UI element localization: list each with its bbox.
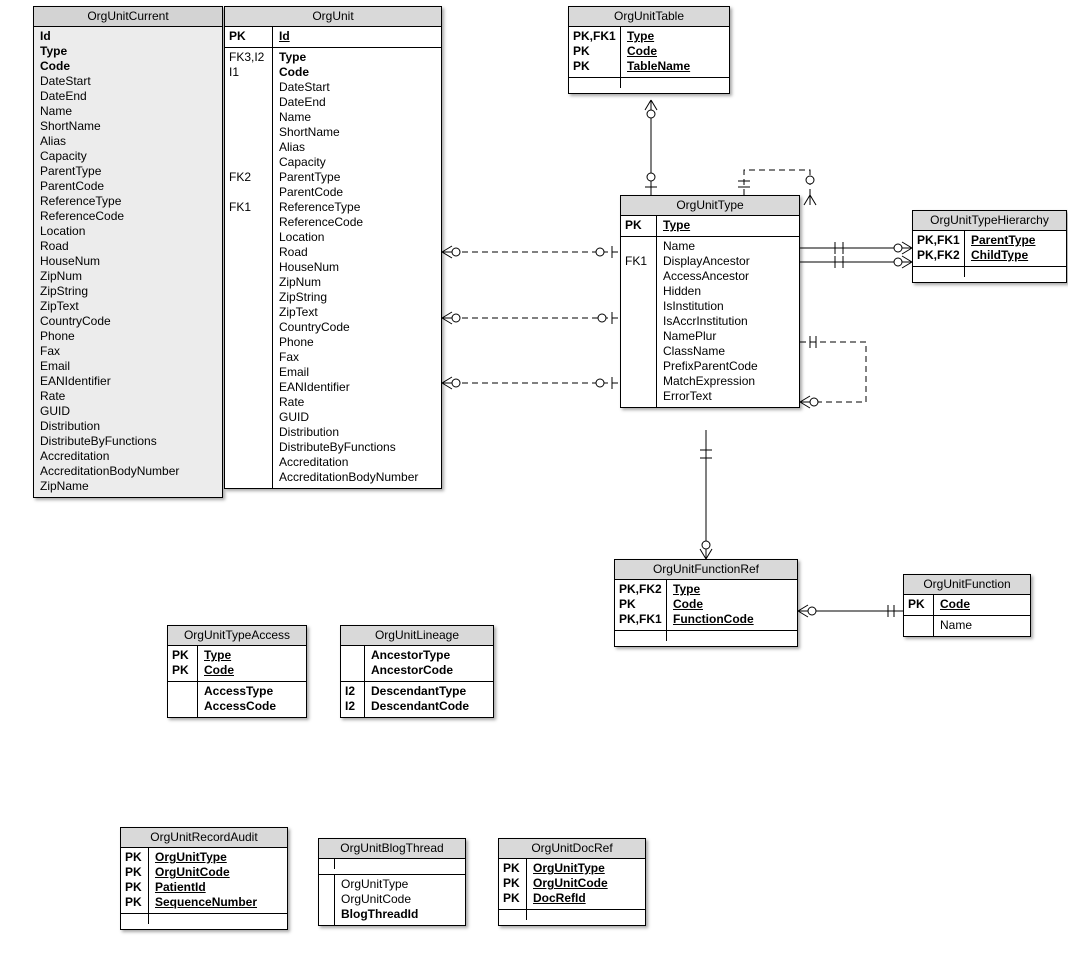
entity-attrs: IdTypeCodeDateStartDateEndNameShortNameA…	[34, 27, 222, 497]
entity-title: OrgUnitType	[621, 196, 799, 216]
entity-title: OrgUnitLineage	[341, 626, 493, 646]
entity-orgunitfunction: OrgUnitFunction PK Code Name	[903, 574, 1031, 637]
entity-title: OrgUnitTypeAccess	[168, 626, 306, 646]
entity-orgunitfunctionref: OrgUnitFunctionRef PK,FK2PKPK,FK1 TypeCo…	[614, 559, 798, 647]
entity-body-section: FK3,I2I1 FK2 FK1 TypeCodeDateStartDateEn…	[225, 48, 441, 488]
entity-orgunittable: OrgUnitTable PK,FK1PKPK TypeCodeTableNam…	[568, 6, 730, 94]
entity-orgunitlineage: OrgUnitLineage AncestorTypeAncestorCode …	[340, 625, 494, 718]
entity-orgunitblogthread: OrgUnitBlogThread OrgUnitTypeOrgUnitCode…	[318, 838, 466, 926]
entity-pk-section: PK Id	[225, 27, 441, 48]
entity-orgunitrecordaudit: OrgUnitRecordAudit PKPKPKPK OrgUnitTypeO…	[120, 827, 288, 930]
entity-title: OrgUnitRecordAudit	[121, 828, 287, 848]
entity-orgunittypehierarchy: OrgUnitTypeHierarchy PK,FK1PK,FK2 Parent…	[912, 210, 1067, 283]
entity-title: OrgUnit	[225, 7, 441, 27]
entity-title: OrgUnitDocRef	[499, 839, 645, 859]
entity-orgunit: OrgUnit PK Id FK3,I2I1 FK2 FK1 TypeCodeD…	[224, 6, 442, 489]
entity-title: OrgUnitTable	[569, 7, 729, 27]
entity-orgunittype: OrgUnitType PK Type FK1 NameDisplayAnces…	[620, 195, 800, 408]
entity-title: OrgUnitBlogThread	[319, 839, 465, 859]
entity-title: OrgUnitFunction	[904, 575, 1030, 595]
entity-orgunittypeaccess: OrgUnitTypeAccess PKPK TypeCode AccessTy…	[167, 625, 307, 718]
entity-title: OrgUnitCurrent	[34, 7, 222, 27]
entity-title: OrgUnitFunctionRef	[615, 560, 797, 580]
entity-orgunitcurrent: OrgUnitCurrent IdTypeCodeDateStartDateEn…	[33, 6, 223, 498]
entity-orgunitdocref: OrgUnitDocRef PKPKPK OrgUnitTypeOrgUnitC…	[498, 838, 646, 926]
entity-title: OrgUnitTypeHierarchy	[913, 211, 1066, 231]
